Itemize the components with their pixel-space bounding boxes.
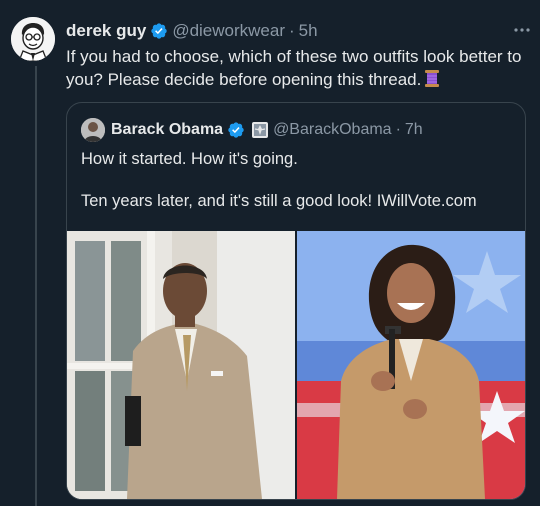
- quoted-tweet-card[interactable]: Barack Obama @BarackObama · 7h How it st…: [66, 102, 526, 500]
- quoted-tweet-header: Barack Obama @BarackObama · 7h: [81, 118, 513, 142]
- author-name[interactable]: derek guy: [66, 21, 146, 41]
- tweet-text: If you had to choose, which of these two…: [66, 45, 532, 91]
- verified-badge-icon[interactable]: [227, 121, 245, 139]
- separator-dot: ·: [289, 21, 295, 40]
- tweet-header: derek guy @dieworkwear · 5h: [66, 20, 528, 42]
- man-in-tan-suit-image: [67, 231, 295, 499]
- photo-man-in-tan-suit[interactable]: [67, 231, 295, 499]
- quoted-tweet-text: How it started. How it's going. Ten year…: [81, 149, 511, 212]
- more-options-icon[interactable]: [512, 22, 532, 38]
- tweet-timestamp[interactable]: 5h: [299, 21, 318, 41]
- avatar[interactable]: [11, 17, 55, 61]
- portrait-avatar-icon: [81, 118, 105, 142]
- quoted-timestamp[interactable]: 7h: [405, 121, 423, 139]
- quoted-avatar[interactable]: [81, 118, 105, 142]
- thread-spool-icon: [425, 70, 440, 87]
- thread-connector-line: [35, 66, 37, 506]
- tweet-text-content: If you had to choose, which of these two…: [66, 47, 522, 89]
- separator-dot: ·: [395, 121, 401, 138]
- author-handle[interactable]: @dieworkwear: [172, 21, 285, 41]
- quoted-author-name[interactable]: Barack Obama: [111, 121, 223, 139]
- quoted-text-line: Ten years later, and it's still a good l…: [81, 192, 477, 210]
- woman-in-tan-suit-image: [297, 231, 525, 499]
- government-seal-icon: [252, 122, 269, 138]
- verified-badge-icon[interactable]: [150, 22, 168, 40]
- photo-woman-in-tan-suit[interactable]: [297, 231, 525, 499]
- quoted-author-handle[interactable]: @BarackObama: [273, 121, 392, 139]
- media-grid: [67, 231, 525, 499]
- quoted-text-line: How it started. How it's going.: [81, 150, 298, 168]
- cartoon-avatar-icon: [11, 17, 55, 61]
